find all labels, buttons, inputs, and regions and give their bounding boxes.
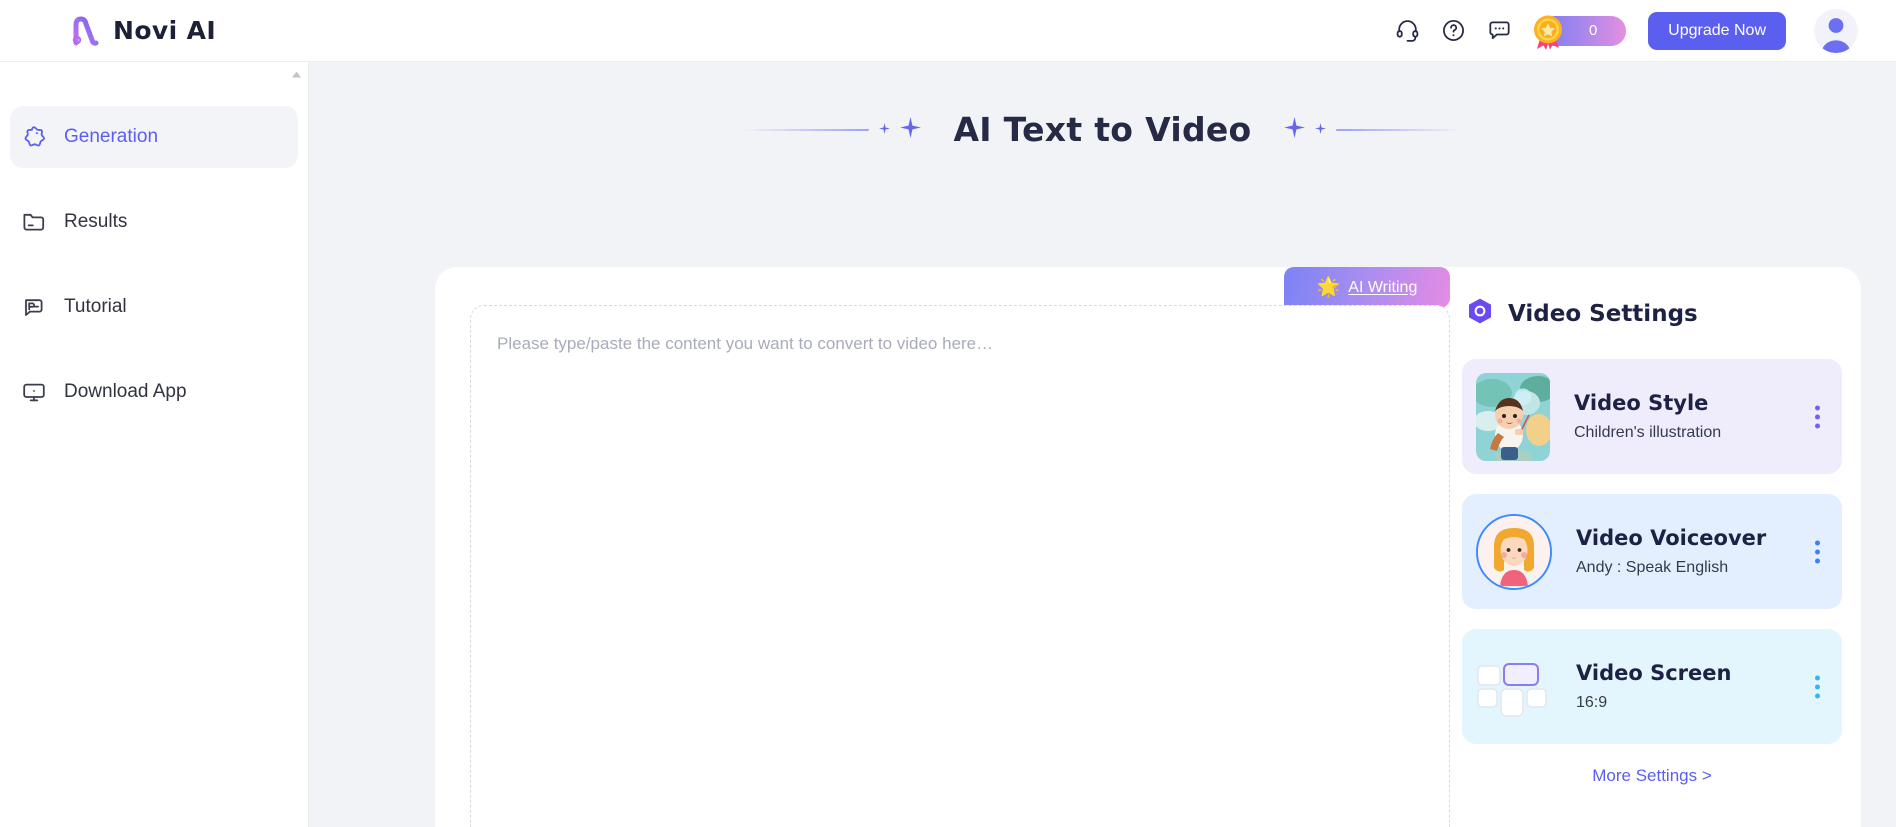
aspect-ratio-icon bbox=[1476, 656, 1552, 718]
upgrade-now-button[interactable]: Upgrade Now bbox=[1648, 11, 1786, 50]
video-screen-card[interactable]: Video Screen 16:9 bbox=[1462, 629, 1842, 744]
star-burst-icon bbox=[21, 124, 47, 150]
generation-panel: 🌟 AI Writing Please type/paste the conte… bbox=[435, 267, 1861, 827]
sidebar-item-results[interactable]: Results bbox=[10, 191, 298, 253]
more-vertical-icon[interactable] bbox=[1811, 671, 1824, 702]
title-decor-line-right bbox=[1335, 128, 1462, 131]
video-style-card[interactable]: Video Style Children's illustration bbox=[1462, 359, 1842, 474]
sparkle-small-left-icon bbox=[879, 121, 891, 139]
video-screen-text: Video Screen 16:9 bbox=[1576, 661, 1731, 712]
gold-medal-star-icon bbox=[1528, 11, 1568, 51]
help-question-icon[interactable] bbox=[1430, 8, 1476, 54]
sparkle-large-left-icon bbox=[900, 116, 922, 143]
monitor-icon bbox=[21, 379, 47, 405]
title-decor-line-left bbox=[743, 128, 870, 131]
voice-avatar-icon bbox=[1476, 513, 1552, 590]
sidebar-item-generation[interactable]: Generation bbox=[10, 106, 298, 168]
video-voiceover-value: Andy : Speak English bbox=[1576, 559, 1729, 576]
ai-writing-label: AI Writing bbox=[1348, 278, 1418, 296]
video-style-value: Children's illustration bbox=[1574, 424, 1722, 441]
ai-writing-button[interactable]: 🌟 AI Writing bbox=[1284, 267, 1450, 308]
sidebar-item-label: Tutorial bbox=[64, 296, 127, 317]
video-voiceover-card[interactable]: Video Voiceover Andy : Speak English bbox=[1462, 494, 1842, 609]
folder-icon bbox=[21, 209, 47, 235]
more-settings-link[interactable]: More Settings > bbox=[1462, 766, 1842, 786]
video-style-text: Video Style Children's illustration bbox=[1574, 391, 1721, 442]
video-settings-title: Video Settings bbox=[1508, 300, 1698, 327]
headset-support-icon[interactable] bbox=[1384, 8, 1430, 54]
video-settings-panel: Video Settings Video Style Children's il… bbox=[1462, 297, 1842, 827]
magic-wand-icon: 🌟 bbox=[1316, 277, 1341, 298]
video-style-title: Video Style bbox=[1574, 391, 1709, 415]
video-voiceover-text: Video Voiceover Andy : Speak English bbox=[1576, 526, 1766, 577]
header-actions: 0 Upgrade Now bbox=[1384, 8, 1858, 54]
tutorial-board-icon bbox=[21, 294, 47, 320]
script-input-placeholder: Please type/paste the content you want t… bbox=[497, 334, 994, 353]
more-vertical-icon[interactable] bbox=[1811, 536, 1824, 567]
page-title-row: AI Text to Video bbox=[309, 110, 1896, 149]
children-illustration-thumb bbox=[1476, 372, 1550, 461]
sidebar-item-tutorial[interactable]: Tutorial bbox=[10, 276, 298, 338]
sidebar: Generation Results Tutorial Download App bbox=[0, 62, 309, 827]
sparkle-small-right-icon bbox=[1314, 121, 1326, 139]
sidebar-item-label: Results bbox=[64, 211, 128, 232]
video-voiceover-title: Video Voiceover bbox=[1576, 526, 1767, 550]
more-vertical-icon[interactable] bbox=[1811, 401, 1824, 432]
novi-logo-icon bbox=[68, 14, 102, 48]
script-input-box[interactable]: Please type/paste the content you want t… bbox=[470, 305, 1450, 827]
app-header: Novi AI 0 Upgrade Now bbox=[0, 0, 1896, 62]
page-title: AI Text to Video bbox=[953, 110, 1252, 149]
main-content: AI Text to Video 🌟 AI Writing Please typ… bbox=[309, 62, 1896, 827]
settings-hex-icon bbox=[1466, 297, 1494, 330]
user-avatar-icon[interactable] bbox=[1814, 8, 1858, 53]
credits-badge[interactable]: 0 bbox=[1534, 15, 1627, 50]
sparkle-large-right-icon bbox=[1283, 116, 1305, 143]
sidebar-scroll-up-icon[interactable] bbox=[290, 70, 303, 79]
sidebar-item-label: Generation bbox=[64, 126, 159, 147]
text-editor-area: 🌟 AI Writing Please type/paste the conte… bbox=[470, 267, 1450, 827]
brand-name: Novi AI bbox=[113, 16, 217, 45]
sidebar-item-label: Download App bbox=[64, 381, 187, 402]
chat-bubble-icon[interactable] bbox=[1476, 8, 1522, 54]
video-screen-title: Video Screen bbox=[1576, 661, 1732, 685]
brand-logo[interactable]: Novi AI bbox=[68, 14, 216, 48]
video-screen-value: 16:9 bbox=[1576, 694, 1608, 711]
video-settings-header: Video Settings bbox=[1466, 297, 1842, 330]
sidebar-item-download-app[interactable]: Download App bbox=[10, 361, 298, 423]
